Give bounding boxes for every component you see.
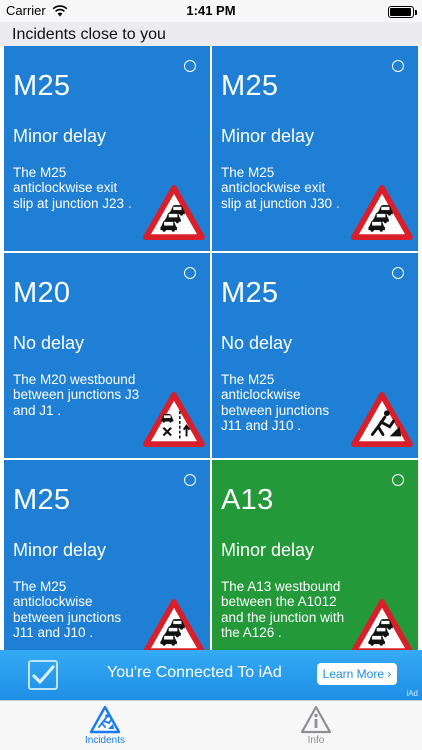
battery-icon <box>388 5 417 18</box>
queueing-traffic-sign-icon <box>143 599 205 650</box>
road-name: M25 <box>13 70 71 102</box>
tab-bar: Incidents Info <box>0 700 422 750</box>
tab-incidents[interactable]: Incidents <box>55 704 155 746</box>
select-radio[interactable] <box>392 267 404 279</box>
incident-card-1[interactable]: M25 Minor delay The M25 anticlockwise ex… <box>4 46 210 251</box>
section-header: Incidents close to you <box>0 22 422 46</box>
road-name: M25 <box>13 484 71 516</box>
incident-description: The M20 westbound between junctions J3 a… <box>13 372 140 418</box>
road-name: M20 <box>13 277 71 309</box>
select-radio[interactable] <box>184 60 196 72</box>
incident-description: The M25 anticlockwise between junctions … <box>221 372 330 433</box>
roadworks-sign-icon <box>351 392 413 448</box>
incident-description: The M25 anticlockwise between junctions … <box>13 579 122 640</box>
select-radio[interactable] <box>184 474 196 486</box>
select-radio[interactable] <box>184 267 196 279</box>
learn-more-button[interactable]: Learn More › <box>317 663 397 685</box>
select-radio[interactable] <box>392 474 404 486</box>
carrier-label: Carrier <box>6 3 46 18</box>
delay-status: Minor delay <box>13 126 107 146</box>
delay-status: Minor delay <box>13 540 107 560</box>
info-tab-icon <box>300 705 332 734</box>
iad-mark: iAd <box>406 689 418 698</box>
battery-fill <box>390 7 411 16</box>
wifi-icon <box>52 4 68 16</box>
delay-status: Minor delay <box>221 540 315 560</box>
incident-grid: M25 Minor delay The M25 anticlockwise ex… <box>0 46 422 650</box>
select-radio[interactable] <box>392 60 404 72</box>
tab-info[interactable]: Info <box>266 704 366 746</box>
incident-description: The M25 anticlockwise exit slip at junct… <box>13 165 132 211</box>
ad-text: You're Connected To iAd <box>107 664 282 681</box>
status-left: Carrier <box>6 3 68 18</box>
road-name: M25 <box>221 277 279 309</box>
lane-closure-sign-icon <box>143 392 205 448</box>
delay-status: No delay <box>13 333 85 353</box>
incident-card-3[interactable]: M20 No delay The M20 westbound between j… <box>4 253 210 458</box>
incident-card-2[interactable]: M25 Minor delay The M25 anticlockwise ex… <box>212 46 418 251</box>
road-name: A13 <box>221 484 274 516</box>
tab-label: Info <box>307 735 325 746</box>
incidents-tab-icon <box>89 705 121 734</box>
tab-label: Incidents <box>84 735 126 746</box>
incident-description: The A13 westbound between the A1012 and … <box>221 579 345 640</box>
checkmark-icon <box>28 660 58 690</box>
queueing-traffic-sign-icon <box>351 599 413 650</box>
status-bar: Carrier 1:41 PM <box>0 0 422 22</box>
incident-card-5[interactable]: M25 Minor delay The M25 anticlockwise be… <box>4 460 210 650</box>
road-name: M25 <box>221 70 279 102</box>
queueing-traffic-sign-icon <box>143 185 205 241</box>
incident-card-6[interactable]: A13 Minor delay The A13 westbound betwee… <box>212 460 418 650</box>
incident-description: The M25 anticlockwise exit slip at junct… <box>221 165 340 211</box>
status-right <box>388 3 417 18</box>
ad-banner[interactable]: You're Connected To iAd Learn More › iAd <box>0 650 422 700</box>
delay-status: No delay <box>221 333 293 353</box>
queueing-traffic-sign-icon <box>351 185 413 241</box>
incident-card-4[interactable]: M25 No delay The M25 anticlockwise betwe… <box>212 253 418 458</box>
delay-status: Minor delay <box>221 126 315 146</box>
